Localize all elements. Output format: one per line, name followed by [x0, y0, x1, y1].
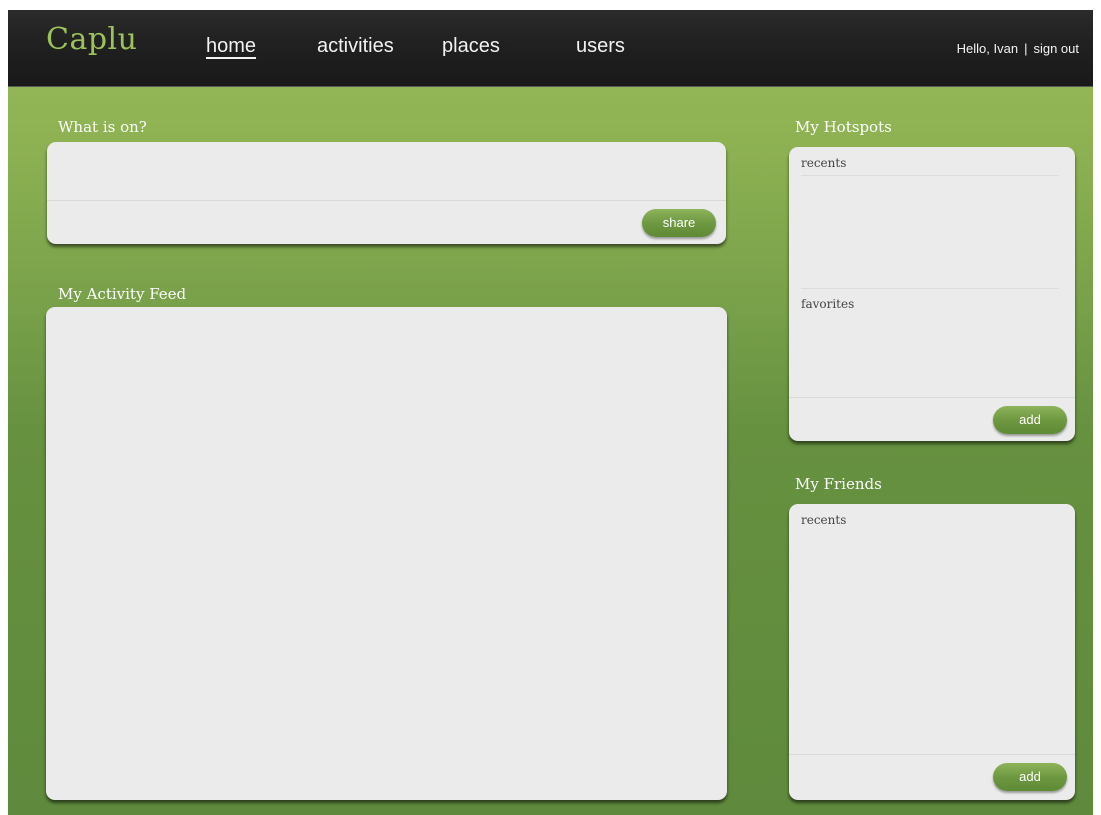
nav-activities[interactable]: activities [317, 35, 394, 58]
hotspots-section-divider [801, 288, 1059, 289]
status-box-panel: share [47, 142, 726, 244]
caplu-logo[interactable]: Caplu [46, 22, 137, 57]
user-greeting: Hello, Ivan [956, 41, 1019, 56]
status-box-title: What is on? [58, 118, 147, 136]
user-menu: Hello, Ivan | sign out [957, 41, 1079, 56]
activity-feed-panel [46, 307, 727, 800]
status-box-divider [47, 200, 726, 201]
activity-feed-title: My Activity Feed [58, 285, 187, 303]
hotspots-panel: recents favorites add [789, 147, 1075, 441]
hotspots-recents-divider [801, 175, 1059, 176]
hotspots-recents-label: recents [801, 156, 847, 170]
add-hotspot-button[interactable]: add [993, 406, 1067, 434]
top-navigation-bar: Caplu home activities places users Hello… [8, 10, 1093, 87]
add-friend-button[interactable]: add [993, 763, 1067, 791]
hotspots-title: My Hotspots [795, 118, 892, 136]
nav-users[interactable]: users [576, 35, 625, 58]
hotspots-footer-divider [789, 397, 1075, 398]
friends-title: My Friends [795, 475, 882, 493]
friends-recents-label: recents [801, 513, 847, 527]
share-button[interactable]: share [642, 209, 716, 237]
status-input[interactable] [47, 142, 726, 200]
nav-home[interactable]: home [206, 35, 256, 58]
app-frame: Caplu home activities places users Hello… [8, 10, 1093, 815]
nav-places[interactable]: places [442, 35, 500, 58]
friends-panel: recents add [789, 504, 1075, 800]
hotspots-favorites-label: favorites [801, 297, 855, 311]
friends-footer-divider [789, 754, 1075, 755]
sign-out-link[interactable]: sign out [1033, 41, 1079, 56]
user-menu-separator: | [1024, 41, 1028, 56]
